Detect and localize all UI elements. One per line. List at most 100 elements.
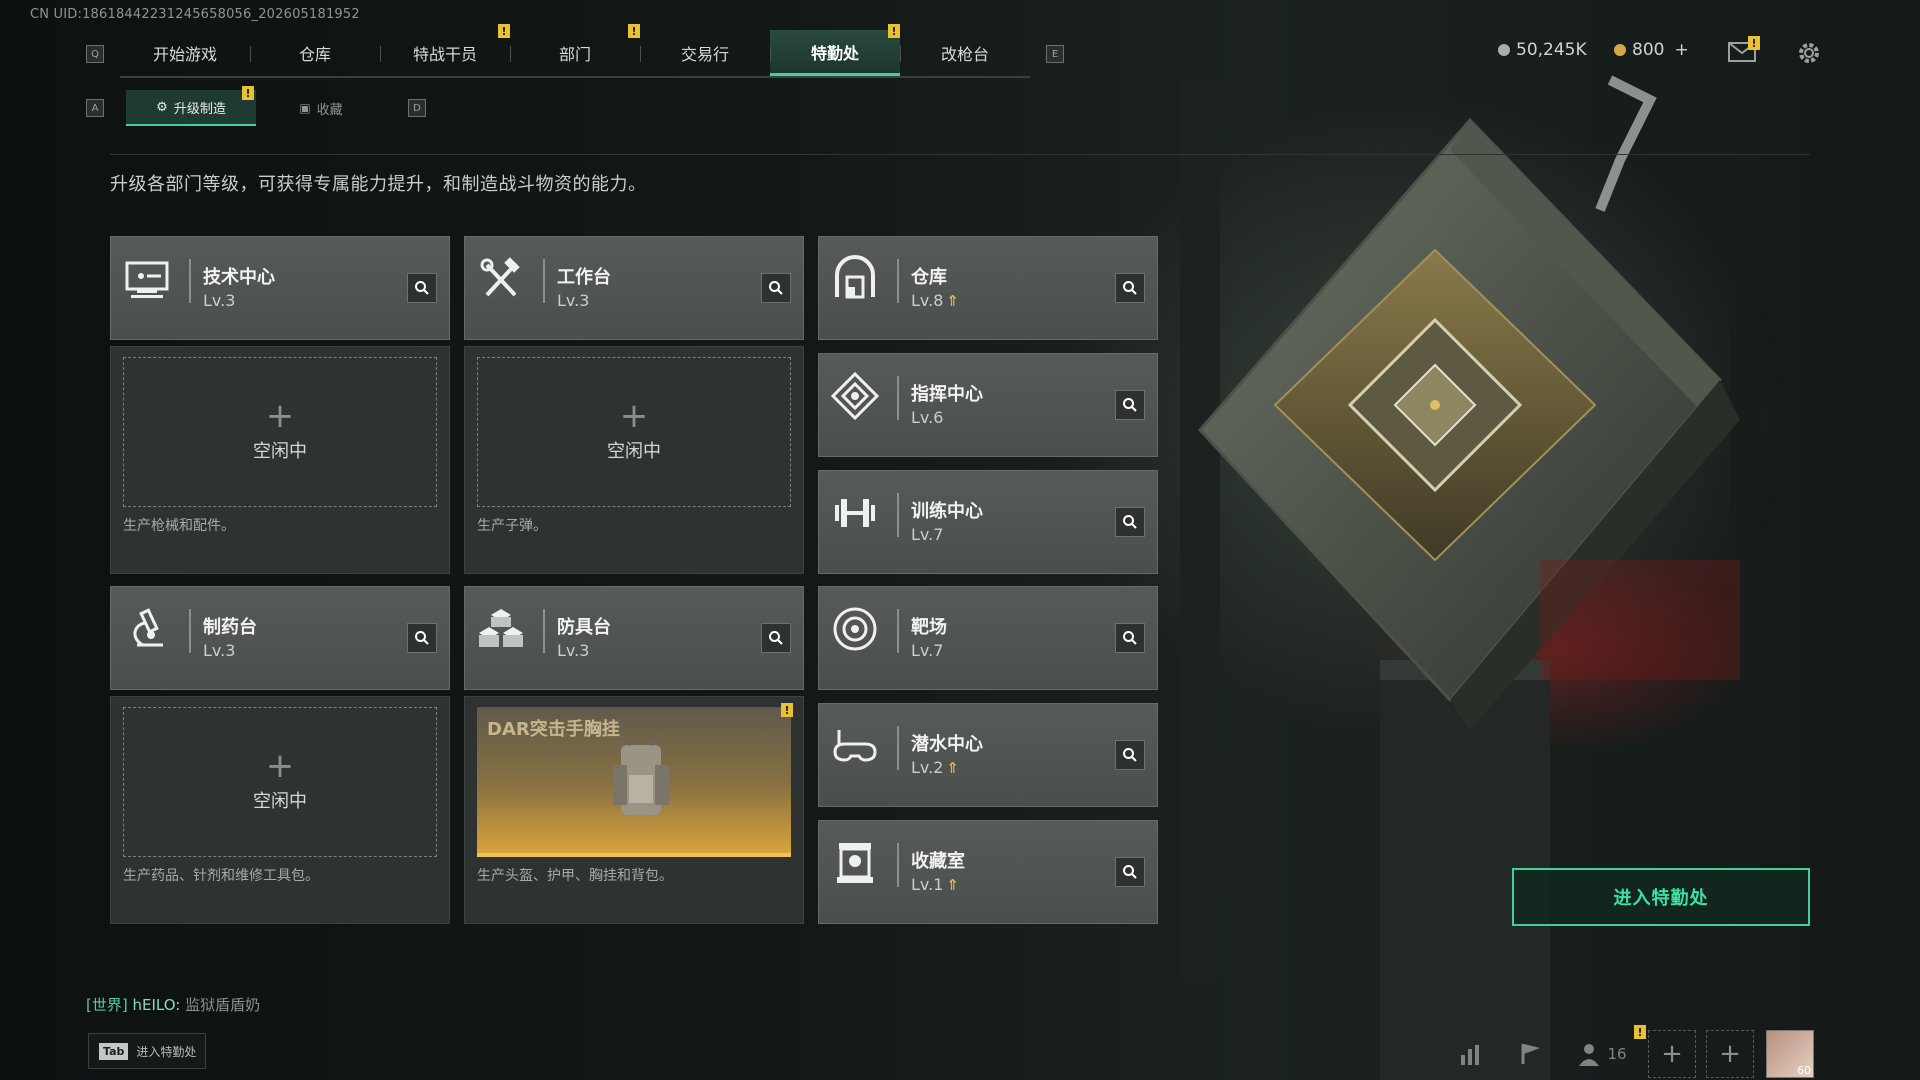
search-icon[interactable]	[761, 623, 791, 653]
tab-operators[interactable]: 特战干员!	[380, 24, 510, 76]
nav-next-key[interactable]: E	[1046, 45, 1064, 63]
chest-rig-image	[613, 735, 669, 815]
card-separator	[897, 609, 899, 653]
dept-card-warehouse[interactable]: 仓库 Lv.8 ⇑	[818, 236, 1158, 340]
empty-slot[interactable]: + 空闲中	[123, 707, 437, 857]
search-icon[interactable]	[407, 623, 437, 653]
tab-label: 部门	[558, 45, 591, 64]
nav-tabs: 开始游戏 仓库 特战干员! 部门! 交易行 特勤处! 改枪台	[120, 24, 1030, 78]
notification-badge: !	[628, 24, 640, 38]
friends-button[interactable]: 16 !	[1568, 1025, 1646, 1077]
production-slot-tech-center[interactable]: + 空闲中 生产枪械和配件。	[110, 346, 450, 574]
armor-blocks-icon	[477, 605, 525, 653]
card-separator	[897, 726, 899, 770]
slot-description: 生产枪械和配件。	[123, 518, 235, 534]
search-icon[interactable]	[1115, 623, 1145, 653]
search-icon[interactable]	[1115, 390, 1145, 420]
search-icon[interactable]	[407, 273, 437, 303]
tab-label: 改枪台	[940, 45, 989, 64]
subtab-label: 升级制造	[173, 101, 226, 117]
subtab-collection[interactable]: ▣ 收藏	[256, 90, 386, 126]
notification-badge: !	[1748, 36, 1760, 50]
search-icon[interactable]	[1115, 740, 1145, 770]
tab-label: 交易行	[680, 45, 729, 64]
dept-card-command-center[interactable]: 指挥中心 Lv.6	[818, 353, 1158, 457]
empty-slot[interactable]: + 空闲中	[123, 357, 437, 507]
tab-warehouse[interactable]: 仓库	[250, 30, 380, 76]
production-slot-workbench[interactable]: + 空闲中 生产子弹。	[464, 346, 804, 574]
subtab-upgrade-craft[interactable]: ⚙ 升级制造 !	[126, 86, 256, 126]
gold-add-button[interactable]: +	[1674, 40, 1688, 60]
player-avatar[interactable]: 60	[1766, 1030, 1814, 1078]
add-teammate-slot-2[interactable]: +	[1706, 1030, 1754, 1078]
dept-card-collection-room[interactable]: 收藏室 Lv.1 ⇑	[818, 820, 1158, 924]
friends-icon	[1579, 1044, 1600, 1066]
dept-level: Lv.1	[911, 875, 944, 894]
dept-card-tech-center[interactable]: 技术中心 Lv.3	[110, 236, 450, 340]
settings-gear-icon[interactable]	[1796, 40, 1822, 66]
dumbbell-icon	[831, 489, 879, 537]
dept-level: Lv.7	[911, 641, 944, 660]
gold-amount: 800	[1632, 40, 1665, 60]
tab-special-ops[interactable]: 特勤处!	[770, 24, 900, 76]
sub-nav: A ⚙ 升级制造 ! ▣ 收藏 D	[86, 86, 426, 126]
upgrade-arrow-icon: ⇑	[946, 292, 959, 310]
dept-name: 仓库	[911, 267, 947, 288]
page-description: 升级各部门等级，可获得专属能力提升，和制造战斗物资的能力。	[110, 174, 647, 195]
stats-chart-icon[interactable]	[1448, 1031, 1494, 1077]
search-icon[interactable]	[1115, 273, 1145, 303]
slot-status: 空闲中	[253, 791, 307, 812]
tab-label: 特勤处	[810, 43, 859, 63]
card-separator	[897, 843, 899, 887]
search-icon[interactable]	[761, 273, 791, 303]
production-slot-pharmacy[interactable]: + 空闲中 生产药品、针剂和维修工具包。	[110, 696, 450, 924]
microscope-icon	[123, 605, 171, 653]
upgrade-arrow-icon: ⇑	[946, 876, 959, 894]
card-separator	[189, 609, 191, 653]
command-icon	[830, 371, 880, 421]
craft-icon: ⚙	[156, 99, 168, 115]
dept-card-pharmacy[interactable]: 制药台 Lv.3	[110, 586, 450, 690]
nav-prev-key[interactable]: Q	[86, 45, 104, 63]
card-separator	[543, 609, 545, 653]
tab-gunsmith[interactable]: 改枪台	[900, 30, 1030, 76]
tab-department[interactable]: 部门!	[510, 24, 640, 76]
avatar-level: 60	[1797, 1064, 1811, 1077]
dept-level: Lv.3	[557, 291, 590, 310]
search-icon[interactable]	[1115, 857, 1145, 887]
dept-name: 收藏室	[911, 851, 965, 872]
search-icon[interactable]	[1115, 507, 1145, 537]
slot-description: 生产头盔、护甲、胸挂和背包。	[477, 868, 673, 884]
crafting-item-card[interactable]: DAR突击手胸挂 !	[477, 703, 793, 857]
dept-level-row: Lv.1 ⇑	[911, 875, 959, 894]
production-slot-armor-bench[interactable]: DAR突击手胸挂 ! 生产头盔、护甲、胸挂和背包。	[464, 696, 804, 924]
mail-icon[interactable]: !	[1728, 36, 1760, 62]
card-separator	[543, 259, 545, 303]
dept-card-armor-bench[interactable]: 防具台 Lv.3	[464, 586, 804, 690]
dept-level-row: Lv.8 ⇑	[911, 291, 959, 310]
notification-badge: !	[888, 24, 900, 38]
dept-card-workbench[interactable]: 工作台 Lv.3	[464, 236, 804, 340]
card-separator	[897, 259, 899, 303]
slot-status: 空闲中	[253, 441, 307, 462]
dept-level: Lv.3	[557, 641, 590, 660]
tab-shortcut-hint[interactable]: Tab 进入特勤处	[88, 1033, 206, 1069]
silver-coin-icon	[1498, 44, 1510, 56]
tab-trading[interactable]: 交易行	[640, 30, 770, 76]
tab-label: 特战干员	[412, 45, 477, 64]
tab-start-game[interactable]: 开始游戏	[120, 30, 250, 76]
chat-sender: hEILO:	[132, 996, 181, 1014]
enter-special-ops-button[interactable]: 进入特勤处	[1512, 868, 1810, 926]
empty-slot[interactable]: + 空闲中	[477, 357, 791, 507]
add-teammate-slot-1[interactable]: +	[1648, 1030, 1696, 1078]
subnav-prev-key[interactable]: A	[86, 99, 104, 117]
dept-card-training-center[interactable]: 训练中心 Lv.7	[818, 470, 1158, 574]
flag-icon[interactable]	[1508, 1031, 1554, 1077]
chat-line[interactable]: [世界] hEILO: 监狱盾盾奶	[86, 994, 260, 1015]
friends-count: 16	[1607, 1045, 1627, 1063]
dept-card-shooting-range[interactable]: 靶场 Lv.7	[818, 586, 1158, 690]
subnav-next-key[interactable]: D	[408, 99, 426, 117]
display-case-icon	[831, 839, 879, 887]
dept-card-diving-center[interactable]: 潜水中心 Lv.2 ⇑	[818, 703, 1158, 807]
silver-currency: 50,245K	[1498, 40, 1587, 60]
